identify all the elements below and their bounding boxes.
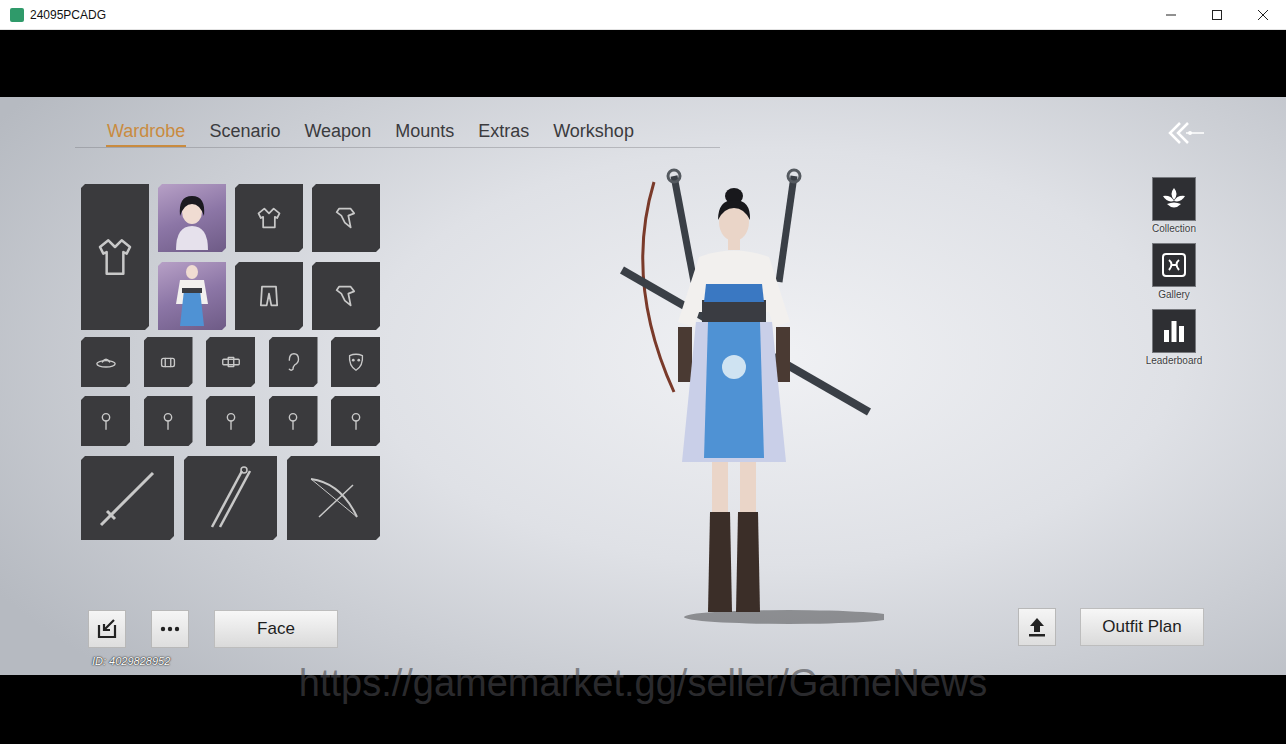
maximize-icon[interactable] <box>1194 0 1240 29</box>
upload-icon[interactable] <box>1018 608 1056 646</box>
tab[interactable]: Weapon <box>303 118 372 147</box>
robe-icon <box>95 237 135 277</box>
collection-icon[interactable] <box>1152 177 1196 221</box>
hat-icon <box>95 351 117 373</box>
outfit-icon <box>162 264 222 328</box>
app-icon <box>10 8 24 22</box>
equipment-slot[interactable] <box>158 184 226 252</box>
window-title: 24095PCADG <box>30 6 106 24</box>
equipment-slot[interactable] <box>81 184 149 330</box>
sword-icon <box>95 465 161 531</box>
weapon-slots <box>81 456 380 540</box>
side-button[interactable]: Gallery <box>1144 243 1204 301</box>
tab[interactable]: Workshop <box>552 118 635 147</box>
title-bar: 24095PCADG <box>0 0 1286 30</box>
watermark: https://gamemarket.gg/seller/GameNews <box>0 661 1286 705</box>
tab-bar: Wardrobe Scenario Weapon Mounts Extras Worksh… <box>75 118 720 148</box>
equipment-slot[interactable] <box>81 396 130 446</box>
tab[interactable]: Scenario <box>208 118 281 147</box>
equipment-slot[interactable] <box>158 262 226 330</box>
equipment-slot[interactable] <box>287 456 380 540</box>
accessory-icon <box>332 204 360 232</box>
equipment-slot[interactable] <box>312 184 380 252</box>
minimize-icon[interactable] <box>1148 0 1194 29</box>
top-icon <box>255 204 283 232</box>
pin-icon <box>95 410 117 432</box>
letterbox-bottom <box>0 675 1286 744</box>
character-model[interactable] <box>614 162 884 642</box>
equipment-slot[interactable] <box>235 184 303 252</box>
mask-icon <box>345 351 367 373</box>
equipment-slot[interactable] <box>81 337 130 387</box>
side-button-label: Gallery <box>1158 288 1190 301</box>
player-id: ID: 4029828952 <box>81 654 380 668</box>
equipment-slot[interactable] <box>184 456 277 540</box>
game-screen: Wardrobe Scenario Weapon Mounts Extras Worksh… <box>0 97 1286 675</box>
outfit-plan-button[interactable]: Outfit Plan <box>1080 608 1204 646</box>
pin-icon <box>220 410 242 432</box>
twin-swords-icon <box>198 465 264 531</box>
side-button[interactable]: Collection <box>1144 177 1204 235</box>
tab[interactable]: Mounts <box>394 118 455 147</box>
side-button-label: Collection <box>1152 222 1196 235</box>
face-button[interactable]: Face <box>214 610 338 648</box>
ear-icon <box>282 351 304 373</box>
close-icon[interactable] <box>1240 0 1286 29</box>
side-menu: Collection Gallery Leaderboard <box>1144 177 1204 367</box>
side-button-label: Leaderboard <box>1146 354 1203 367</box>
accessory-slots <box>81 337 380 446</box>
equipment-slot[interactable] <box>206 337 255 387</box>
belt-icon <box>220 351 242 373</box>
portrait-icon <box>162 186 222 250</box>
tab[interactable]: Wardrobe <box>106 118 186 147</box>
bow-icon <box>301 465 367 531</box>
pin-icon <box>282 410 304 432</box>
equipment-slot[interactable] <box>81 456 174 540</box>
pin-icon <box>157 410 179 432</box>
bracer-icon <box>157 351 179 373</box>
equipment-slot[interactable] <box>331 396 380 446</box>
equipment-slot[interactable] <box>331 337 380 387</box>
pin-icon <box>345 410 367 432</box>
leaderboard-icon[interactable] <box>1152 309 1196 353</box>
back-arrow-icon[interactable] <box>1166 118 1206 148</box>
tab[interactable]: Extras <box>477 118 530 147</box>
equipment-slot[interactable] <box>206 396 255 446</box>
equipment-slot[interactable] <box>235 262 303 330</box>
letterbox-top <box>0 30 1286 97</box>
equipment-slot[interactable] <box>269 396 318 446</box>
pants-icon <box>255 282 283 310</box>
accessory-icon <box>332 282 360 310</box>
equipment-slot[interactable] <box>269 337 318 387</box>
gallery-icon[interactable] <box>1152 243 1196 287</box>
side-button[interactable]: Leaderboard <box>1144 309 1204 367</box>
outfit-slots <box>81 184 380 330</box>
more-icon[interactable] <box>151 610 189 648</box>
import-icon[interactable] <box>88 610 126 648</box>
equipment-slot[interactable] <box>312 262 380 330</box>
equipment-slot[interactable] <box>144 337 193 387</box>
equipment-slot[interactable] <box>144 396 193 446</box>
